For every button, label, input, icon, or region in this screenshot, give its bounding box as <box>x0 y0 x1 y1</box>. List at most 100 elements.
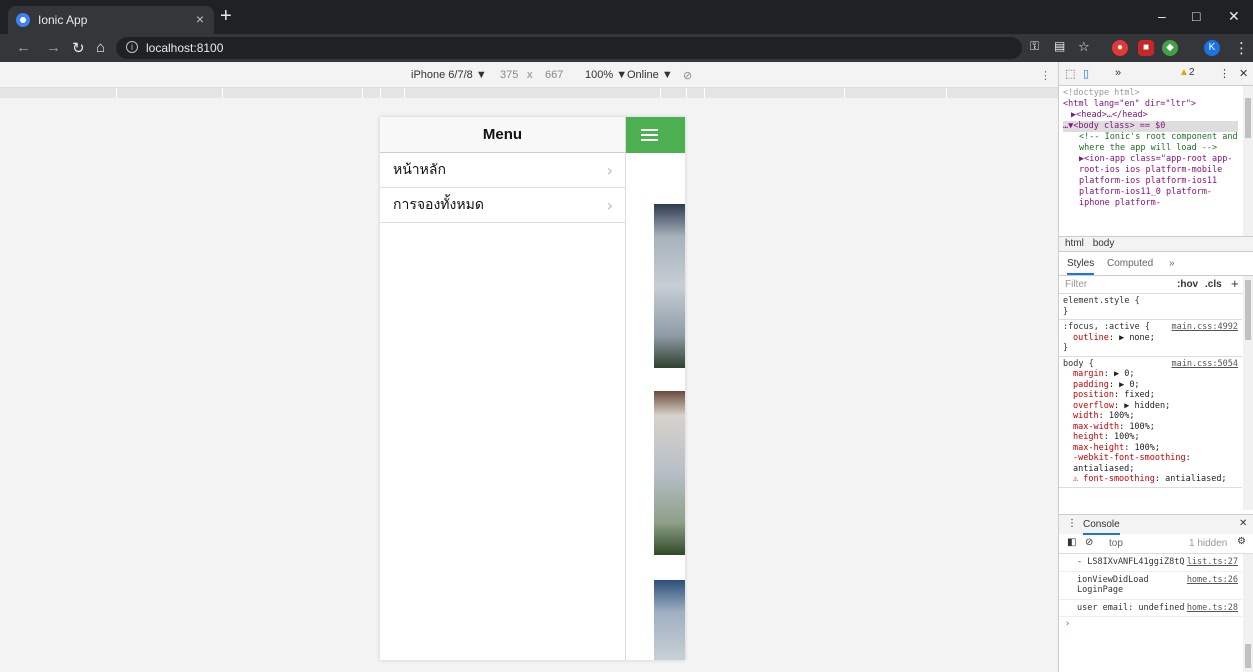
css-property[interactable]: max-height: 100%; <box>1063 443 1238 454</box>
elements-scrollbar[interactable] <box>1243 86 1253 236</box>
devtools-tabbar: ⬚ ▯ » ▲ 2 ⋮ ✕ <box>1059 62 1253 86</box>
tab-more[interactable]: » <box>1169 258 1175 269</box>
cls-toggle[interactable]: .cls <box>1205 279 1222 290</box>
device-select[interactable]: iPhone 6/7/8 ▼ <box>411 69 487 81</box>
css-rule[interactable]: main.css:5054 body {margin: ▶ 0; padding: … <box>1059 357 1242 488</box>
extension-green-icon[interactable]: ◆ <box>1162 40 1178 56</box>
console-prompt[interactable]: › <box>1059 617 1242 632</box>
hamburger-menu-icon[interactable] <box>641 129 658 141</box>
body-node[interactable]: …▼<body class> == $0 <box>1063 121 1238 132</box>
maximize-icon[interactable]: □ <box>1192 8 1200 24</box>
reload-icon[interactable]: ↻ <box>72 39 85 57</box>
drawer-menu-icon[interactable]: ⋮ <box>1067 518 1077 529</box>
context-select[interactable]: top <box>1109 538 1123 549</box>
extension-red-icon[interactable]: ● <box>1112 40 1128 56</box>
menu-item-all-bookings[interactable]: การจองทั้งหมด › <box>380 188 625 223</box>
css-property[interactable]: padding: ▶ 0; <box>1063 380 1238 391</box>
css-property[interactable]: width: 100%; <box>1063 411 1238 422</box>
close-window-icon[interactable]: ✕ <box>1228 8 1240 25</box>
home-icon[interactable]: ⌂ <box>96 39 105 56</box>
css-rule[interactable]: main.css:4992:focus, :active {outline: ▶… <box>1059 320 1242 357</box>
info-icon[interactable]: i <box>126 41 138 53</box>
minimize-icon[interactable]: – <box>1158 8 1166 24</box>
tab-console[interactable]: Console <box>1083 519 1120 535</box>
css-property[interactable]: ⚠ font-smoothing: antialiased; <box>1063 474 1238 485</box>
browser-tab[interactable]: Ionic App × <box>8 6 214 34</box>
address-bar[interactable]: i localhost:8100 <box>116 37 1022 59</box>
dimension-separator: x <box>527 69 533 81</box>
property-value: ▶ 0; <box>1119 379 1140 390</box>
warning-icon[interactable]: ▲ <box>1179 67 1189 78</box>
html-node[interactable]: <html lang="en" dir="ltr"> <box>1063 99 1238 110</box>
new-tab-button[interactable]: + <box>220 6 232 26</box>
device-more-icon[interactable]: ⋮ <box>1040 69 1051 82</box>
stadium-image[interactable] <box>654 391 685 555</box>
css-property[interactable]: max-width: 100%; <box>1063 422 1238 433</box>
css-property[interactable]: margin: ▶ 0; <box>1063 369 1238 380</box>
stadium-image[interactable] <box>654 580 685 660</box>
bookmark-star-icon[interactable]: ☆ <box>1078 39 1090 55</box>
console-settings-icon[interactable]: ⚙ <box>1237 536 1246 547</box>
console-message: home.ts:28 user email: undefined <box>1059 600 1242 617</box>
comment-node[interactable]: <!-- Ionic's root component and where th… <box>1063 132 1238 154</box>
stadium-image[interactable] <box>654 204 685 368</box>
styles-scrollbar[interactable] <box>1243 276 1253 510</box>
media-query-bar[interactable] <box>0 88 1058 98</box>
tab-close-icon[interactable]: × <box>196 11 204 27</box>
message-source[interactable]: list.ts:27 <box>1187 557 1238 568</box>
ion-app-node[interactable]: ▶<ion-app class="app-root app-root-ios i… <box>1063 154 1238 209</box>
css-property[interactable]: position: fixed; <box>1063 390 1238 401</box>
crumb-body[interactable]: body <box>1093 238 1115 249</box>
css-property[interactable]: overflow: ▶ hidden; <box>1063 401 1238 412</box>
css-property[interactable]: -webkit-font-smoothing: antialiased; <box>1063 453 1238 474</box>
message-source[interactable]: home.ts:28 <box>1187 603 1238 614</box>
css-property[interactable]: height: 100%; <box>1063 432 1238 443</box>
forward-icon[interactable]: → <box>46 39 61 56</box>
menu-item-home[interactable]: หน้าหลัก › <box>380 153 625 188</box>
console-scrollbar[interactable] <box>1243 554 1253 672</box>
doctype-node[interactable]: <!doctype html> <box>1063 88 1238 99</box>
zoom-select[interactable]: 100% ▼ <box>585 69 627 81</box>
filter-input[interactable]: Filter <box>1065 279 1087 290</box>
breadcrumb: html body <box>1059 236 1253 252</box>
tab-computed[interactable]: Computed <box>1107 258 1153 269</box>
head-node[interactable]: ▶<head>…</head> <box>1063 110 1238 121</box>
network-select[interactable]: Online ▼ <box>627 69 673 81</box>
property-name: margin <box>1073 369 1104 379</box>
styles-filter-bar: Filter :hov .cls + <box>1059 276 1253 294</box>
device-width[interactable]: 375 <box>500 69 518 81</box>
device-toggle-icon[interactable]: ▯ <box>1083 67 1089 80</box>
device-toolbar: iPhone 6/7/8 ▼ 375 x 667 100% ▼ Online ▼… <box>0 62 1058 88</box>
menu-title: Menu <box>380 117 625 153</box>
back-icon[interactable]: ← <box>16 39 31 56</box>
css-rule[interactable]: element.style {} <box>1059 294 1242 320</box>
more-tabs-button[interactable]: » <box>1115 67 1121 79</box>
crumb-html[interactable]: html <box>1065 238 1084 249</box>
property-value: antialiased; <box>1073 463 1135 474</box>
clear-console-icon[interactable]: ⊘ <box>1085 537 1093 548</box>
warning-count[interactable]: 2 <box>1189 67 1195 78</box>
hidden-count[interactable]: 1 hidden <box>1189 538 1227 549</box>
rule-source-link[interactable]: main.css:5054 <box>1171 359 1238 370</box>
translate-icon[interactable]: ▤ <box>1054 39 1065 53</box>
key-icon[interactable]: ⚿ <box>1030 39 1039 54</box>
drawer-close-icon[interactable]: ✕ <box>1239 518 1247 529</box>
css-property[interactable]: outline: ▶ none; <box>1063 333 1238 344</box>
profile-avatar[interactable]: K <box>1204 40 1220 56</box>
tab-styles[interactable]: Styles <box>1067 258 1095 275</box>
ionic-favicon-icon <box>16 13 30 27</box>
hov-toggle[interactable]: :hov <box>1177 279 1198 290</box>
extension-pdf-icon[interactable]: ■ <box>1138 40 1154 56</box>
inspect-icon[interactable]: ⬚ <box>1065 67 1075 80</box>
browser-menu-icon[interactable]: ⋮ <box>1234 39 1249 57</box>
rule-close: } <box>1063 343 1069 353</box>
devtools-close-icon[interactable]: ✕ <box>1239 67 1248 80</box>
sidebar-toggle-icon[interactable]: ◧ <box>1067 537 1076 548</box>
devtools-menu-icon[interactable]: ⋮ <box>1219 67 1230 80</box>
device-height[interactable]: 667 <box>545 69 563 81</box>
rule-source-link[interactable]: main.css:4992 <box>1171 322 1238 333</box>
rotate-icon[interactable]: ⊘ <box>683 69 692 82</box>
console-message: home.ts:26 ionViewDidLoad LoginPage <box>1059 572 1242 600</box>
new-rule-button[interactable]: + <box>1231 276 1239 291</box>
message-source[interactable]: home.ts:26 <box>1187 575 1238 586</box>
